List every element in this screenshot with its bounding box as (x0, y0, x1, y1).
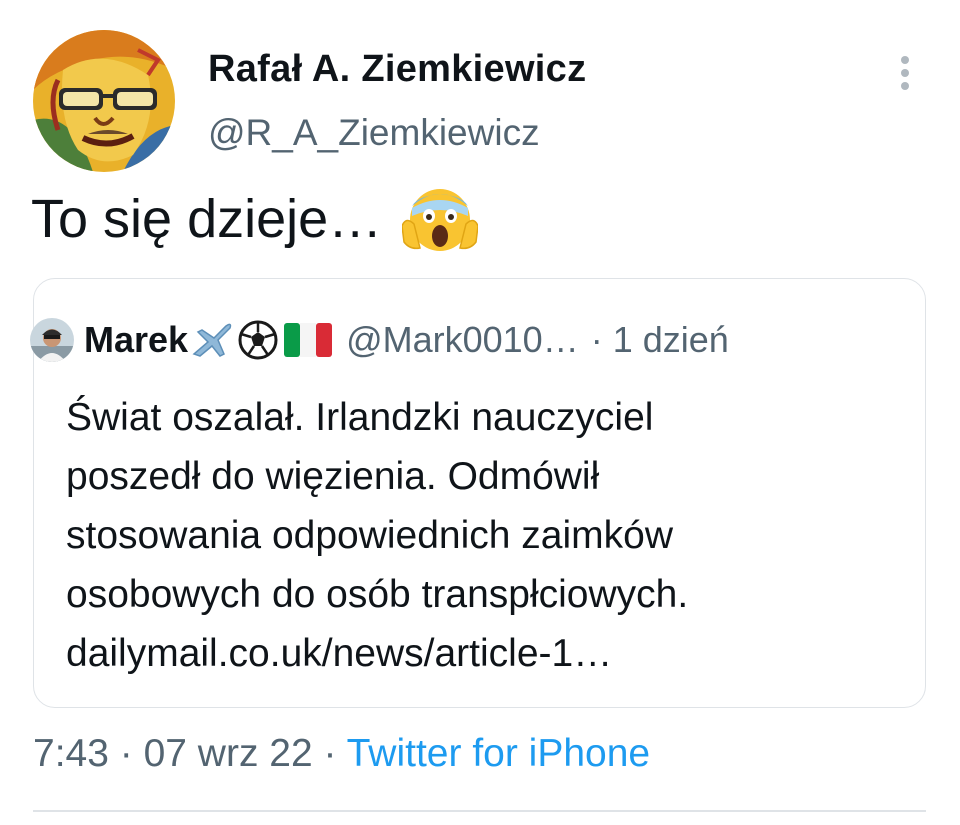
more-dot-icon (901, 56, 909, 64)
separator-dot: · (590, 319, 603, 360)
tweet-source-link[interactable]: Twitter for iPhone (347, 732, 650, 775)
face-screaming-in-fear-icon (401, 186, 479, 252)
quoted-tweet-line: osobowych do osób transpłciowych. (66, 573, 689, 616)
quoted-tweet-body: Świat oszalał. Irlandzki nauczyciel posz… (66, 388, 906, 683)
quoted-tweet-line: Świat oszalał. Irlandzki nauczyciel (66, 396, 654, 439)
tweet-text: To się dzieje… (31, 186, 479, 252)
author-display-name[interactable]: Rafał A. Ziemkiewicz (208, 48, 586, 91)
quoted-tweet-line: stosowania odpowiednich zaimków (66, 514, 673, 557)
separator-dot: · (312, 732, 347, 775)
more-dot-icon (901, 69, 909, 77)
quoted-tweet-link[interactable]: dailymail.co.uk/news/article-1… (66, 624, 906, 683)
tweet-date[interactable]: 07 wrz 22 (144, 732, 313, 775)
more-options-button[interactable] (890, 50, 920, 96)
quoted-author-name[interactable]: Marek (84, 319, 188, 361)
quoted-tweet-time[interactable]: 1 dzień (613, 319, 729, 361)
soccer-ball-icon (238, 320, 278, 360)
quoted-tweet-line: poszedł do więzienia. Odmówił (66, 455, 600, 498)
author-handle[interactable]: @R_A_Ziemkiewicz (208, 112, 540, 154)
divider (33, 810, 926, 812)
tweet-metadata: 7:43 · 07 wrz 22 · Twitter for iPhone (33, 732, 650, 776)
tweet-time[interactable]: 7:43 (33, 732, 109, 775)
more-dot-icon (901, 82, 909, 90)
tweet-text-content: To się dzieje… (31, 189, 383, 249)
separator-dot: · (108, 732, 144, 775)
quoted-author-avatar[interactable] (30, 318, 74, 362)
airplane-icon (190, 320, 234, 360)
italy-flag-icon (284, 323, 333, 357)
quoted-tweet-header: Marek @Mark0010… · 1 dzień (30, 318, 729, 362)
author-avatar[interactable] (33, 30, 175, 172)
quoted-author-handle[interactable]: @Mark0010… (346, 319, 579, 361)
